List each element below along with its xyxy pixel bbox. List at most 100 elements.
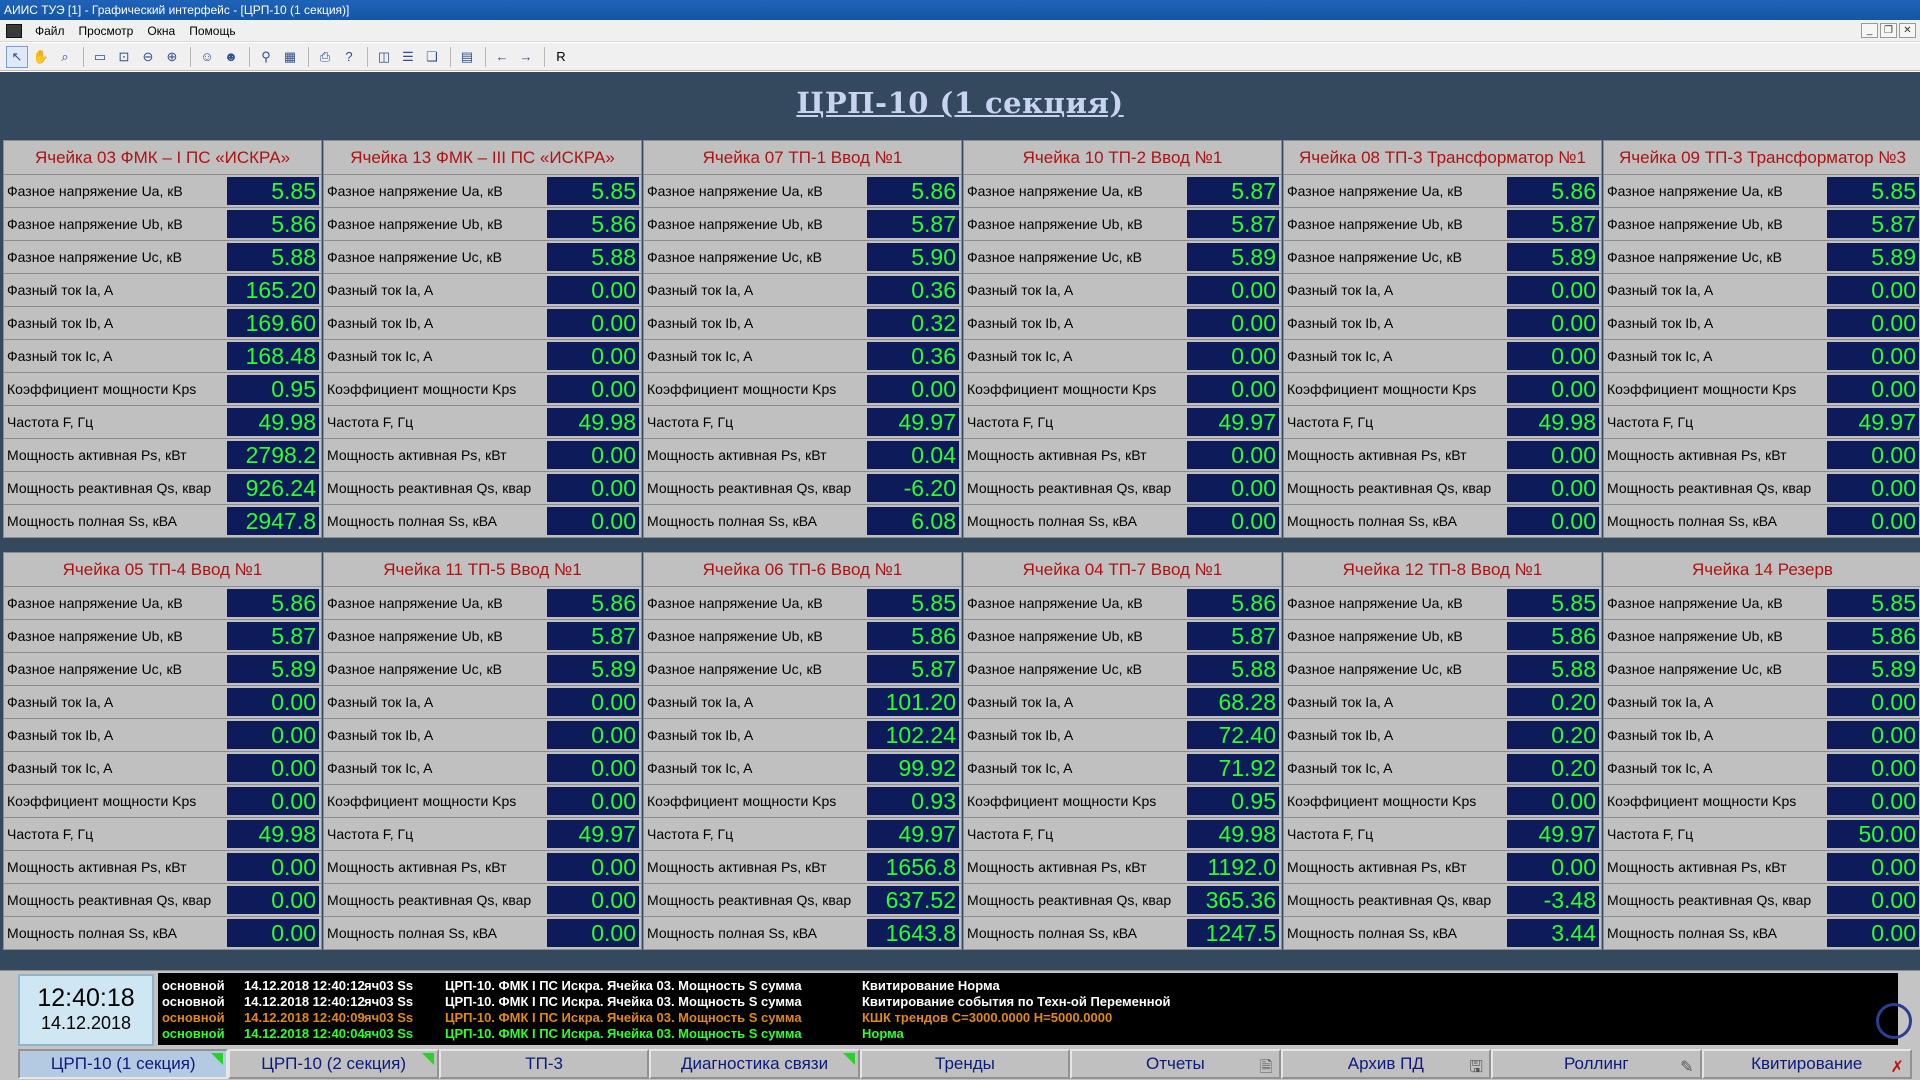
measurement-value[interactable]: 0.00: [1827, 474, 1919, 502]
menu-help[interactable]: Помощь: [182, 24, 242, 38]
hand-icon[interactable]: ✋: [30, 46, 52, 68]
measurement-value[interactable]: 5.89: [1187, 243, 1279, 271]
tab-4[interactable]: Диагностика связи: [649, 1049, 860, 1079]
measurement-value[interactable]: 168.48: [227, 342, 319, 370]
cell-title[interactable]: Ячейка 07 ТП-1 Ввод №1: [643, 140, 962, 175]
measurement-value[interactable]: 5.87: [1187, 622, 1279, 650]
measurement-value[interactable]: 0.00: [1827, 309, 1919, 337]
measurement-value[interactable]: 0.00: [1187, 474, 1279, 502]
cell-title[interactable]: Ячейка 09 ТП-3 Трансформатор №3: [1603, 140, 1920, 175]
measurement-value[interactable]: 5.87: [1507, 210, 1599, 238]
cell-title[interactable]: Ячейка 04 ТП-7 Ввод №1: [963, 552, 1282, 587]
measurement-value[interactable]: 5.87: [867, 655, 959, 683]
measurement-value[interactable]: 2947.8: [227, 507, 319, 535]
tab-3[interactable]: ТП-3: [438, 1049, 650, 1079]
measurement-value[interactable]: 0.00: [1187, 309, 1279, 337]
measurement-value[interactable]: 5.86: [1507, 177, 1599, 205]
back-arrow-icon[interactable]: ←: [491, 46, 513, 68]
cell-title[interactable]: Ячейка 14 Резерв: [1603, 552, 1920, 587]
measurement-value[interactable]: 102.24: [867, 721, 959, 749]
menu-view[interactable]: Просмотр: [72, 24, 141, 38]
tab-1[interactable]: ЦРП-10 (1 секция): [18, 1049, 229, 1079]
measurement-value[interactable]: 5.89: [1507, 243, 1599, 271]
measurement-value[interactable]: 0.36: [867, 276, 959, 304]
menu-windows[interactable]: Окна: [140, 24, 182, 38]
measurement-value[interactable]: 169.60: [227, 309, 319, 337]
measurement-value[interactable]: 0.00: [547, 309, 639, 337]
measurement-value[interactable]: 5.89: [227, 655, 319, 683]
measurement-value[interactable]: 0.00: [1187, 276, 1279, 304]
app-system-icon[interactable]: [6, 23, 22, 38]
cell-title[interactable]: Ячейка 03 ФМК – I ПС «ИСКРА»: [3, 140, 322, 175]
measurement-value[interactable]: 0.00: [1507, 342, 1599, 370]
print-icon[interactable]: ⎙: [314, 46, 336, 68]
measurement-value[interactable]: 0.20: [1507, 688, 1599, 716]
cascade-icon[interactable]: ❏: [421, 46, 443, 68]
measurement-value[interactable]: 0.00: [1827, 919, 1919, 947]
measurement-value[interactable]: 5.85: [227, 177, 319, 205]
measurement-value[interactable]: 0.20: [1507, 754, 1599, 782]
measurement-value[interactable]: 0.00: [1507, 441, 1599, 469]
measurement-value[interactable]: 0.00: [1507, 474, 1599, 502]
tab-7[interactable]: Архив ПД 🖫: [1280, 1049, 1492, 1079]
measurement-value[interactable]: 5.86: [1827, 622, 1919, 650]
measurement-value[interactable]: 71.92: [1187, 754, 1279, 782]
measurement-value[interactable]: 0.95: [227, 375, 319, 403]
measurement-value[interactable]: 49.98: [1187, 820, 1279, 848]
measurement-value[interactable]: 5.88: [547, 243, 639, 271]
measurement-value[interactable]: 49.97: [547, 820, 639, 848]
measurement-value[interactable]: 5.89: [1827, 243, 1919, 271]
measurement-value[interactable]: 72.40: [1187, 721, 1279, 749]
measurement-value[interactable]: 49.97: [867, 408, 959, 436]
user-logout-icon[interactable]: ☻: [220, 46, 242, 68]
measurement-value[interactable]: 0.36: [867, 342, 959, 370]
measurement-value[interactable]: 1643.8: [867, 919, 959, 947]
cell-title[interactable]: Ячейка 10 ТП-2 Ввод №1: [963, 140, 1282, 175]
measurement-value[interactable]: 0.00: [1507, 853, 1599, 881]
measurement-value[interactable]: 0.00: [547, 276, 639, 304]
measurement-value[interactable]: 0.00: [1827, 688, 1919, 716]
measurement-value[interactable]: 0.00: [227, 886, 319, 914]
measurement-value[interactable]: 5.90: [867, 243, 959, 271]
measurement-value[interactable]: 5.86: [547, 589, 639, 617]
cell-title[interactable]: Ячейка 05 ТП-4 Ввод №1: [3, 552, 322, 587]
measurement-value[interactable]: 0.00: [1827, 754, 1919, 782]
measurement-value[interactable]: 68.28: [1187, 688, 1279, 716]
minimize-icon[interactable]: _: [1861, 23, 1878, 38]
measurement-value[interactable]: 0.00: [227, 754, 319, 782]
tab-6[interactable]: Отчеты 🗎: [1070, 1049, 1281, 1079]
measurement-value[interactable]: 926.24: [227, 474, 319, 502]
help-icon[interactable]: ?: [338, 46, 360, 68]
measurement-value[interactable]: 49.97: [1507, 820, 1599, 848]
tab-5[interactable]: Тренды: [859, 1049, 1071, 1079]
measurement-value[interactable]: 5.88: [227, 243, 319, 271]
measurement-value[interactable]: 5.85: [547, 177, 639, 205]
measurement-value[interactable]: 5.86: [867, 177, 959, 205]
measurement-value[interactable]: 0.00: [1827, 375, 1919, 403]
measurement-value[interactable]: 5.87: [1187, 210, 1279, 238]
measurement-value[interactable]: 0.00: [547, 787, 639, 815]
zoom-fit-icon[interactable]: ⊡: [113, 46, 135, 68]
measurement-value[interactable]: 165.20: [227, 276, 319, 304]
measurement-value[interactable]: 0.00: [1827, 276, 1919, 304]
window-list-icon[interactable]: ▤: [456, 46, 478, 68]
measurement-value[interactable]: 99.92: [867, 754, 959, 782]
measurement-value[interactable]: 6.08: [867, 507, 959, 535]
restore-icon[interactable]: ❐: [1880, 23, 1897, 38]
measurement-value[interactable]: 0.00: [227, 688, 319, 716]
measurement-value[interactable]: 49.98: [227, 820, 319, 848]
cell-title[interactable]: Ячейка 13 ФМК – III ПС «ИСКРА»: [323, 140, 642, 175]
measurement-value[interactable]: 101.20: [867, 688, 959, 716]
measurement-value[interactable]: 5.85: [1827, 177, 1919, 205]
measurement-value[interactable]: 0.00: [1827, 886, 1919, 914]
measurement-value[interactable]: 0.00: [547, 507, 639, 535]
measurement-value[interactable]: 3.44: [1507, 919, 1599, 947]
event-log[interactable]: основной 14.12.2018 12:40:12яч03 Ss ЦРП-10…: [158, 973, 1898, 1045]
measurement-value[interactable]: 5.86: [867, 622, 959, 650]
measurement-value[interactable]: 1656.8: [867, 853, 959, 881]
measurement-value[interactable]: 0.04: [867, 441, 959, 469]
measurement-value[interactable]: 0.00: [1827, 342, 1919, 370]
zoom-in-icon[interactable]: ⊕: [161, 46, 183, 68]
measurement-value[interactable]: 0.00: [1507, 309, 1599, 337]
measurement-value[interactable]: 0.32: [867, 309, 959, 337]
